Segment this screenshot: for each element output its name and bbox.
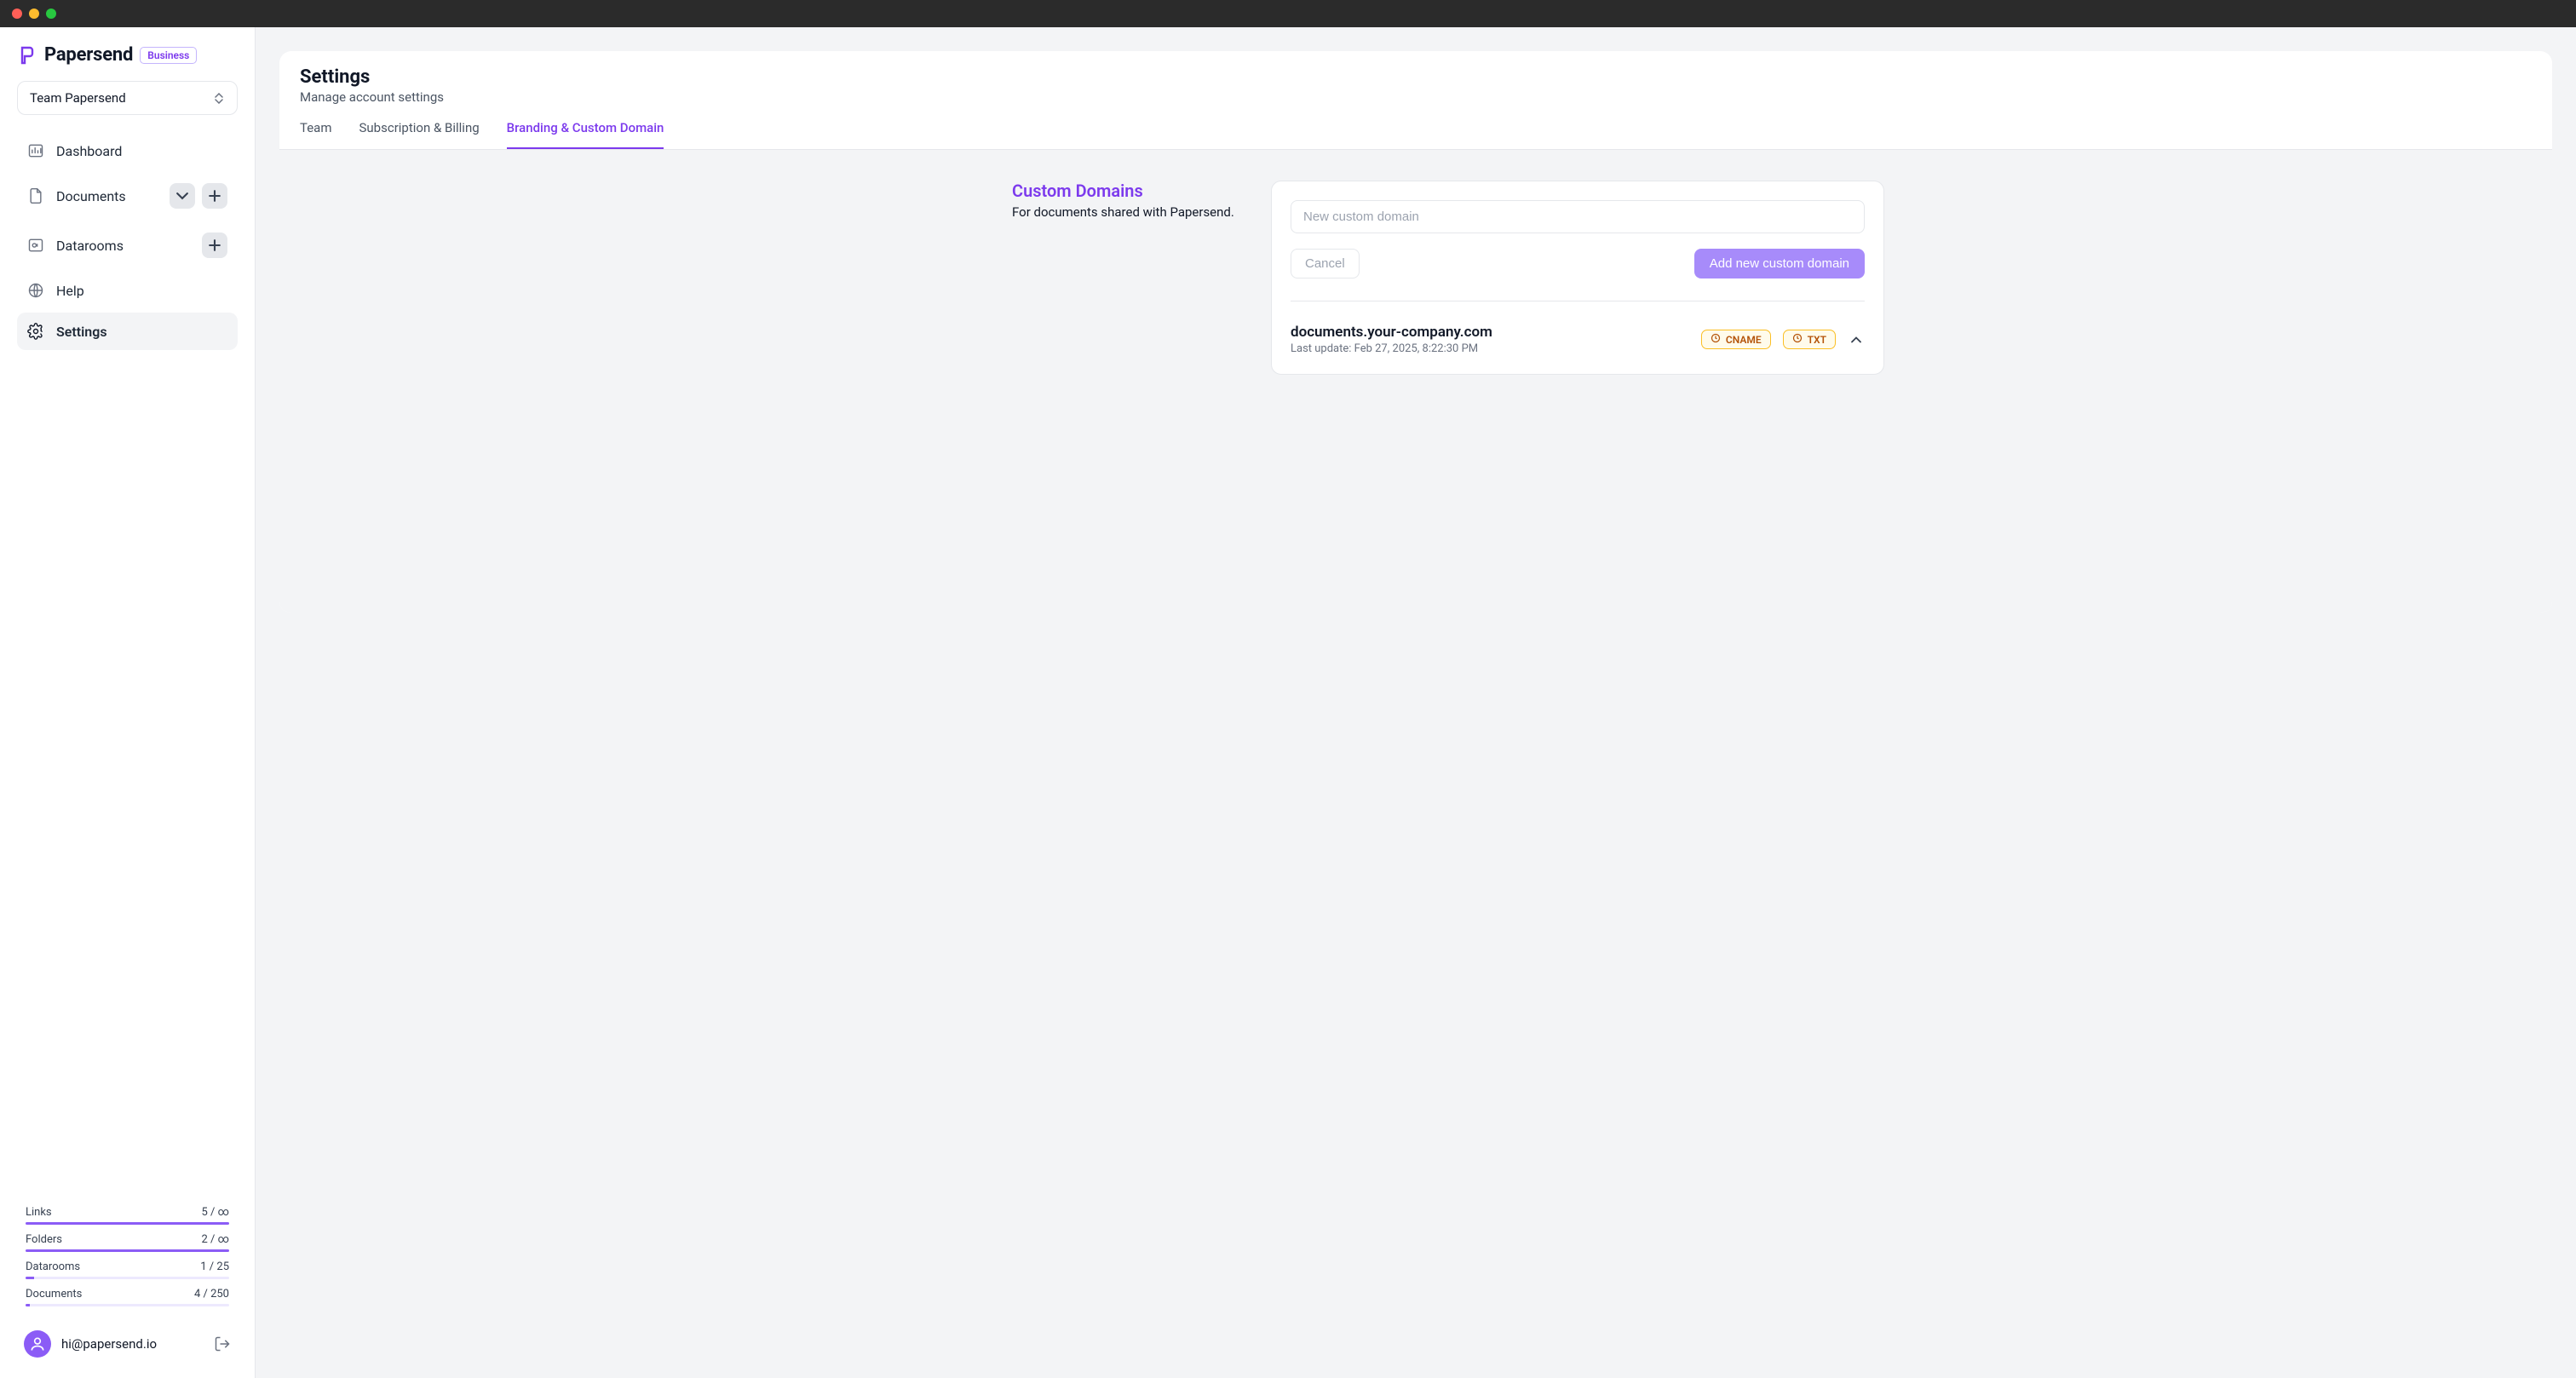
- section-title: Custom Domains: [1012, 181, 1237, 201]
- sidebar-item-label: Dashboard: [56, 143, 122, 159]
- usage-label: Links: [26, 1206, 52, 1219]
- domain-meta: Last update: Feb 27, 2025, 8:22:30 PM: [1291, 342, 1689, 355]
- brand-logo-icon: [17, 45, 37, 66]
- sidebar-item-label: Documents: [56, 188, 126, 204]
- usage-label: Datarooms: [26, 1260, 80, 1273]
- page-subtitle: Manage account settings: [300, 89, 2532, 105]
- usage-value: 5 / ∞: [202, 1206, 230, 1219]
- usage-value: 1 / 25: [200, 1260, 229, 1273]
- settings-panel: Settings Manage account settings Team Su…: [279, 51, 2552, 613]
- sidebar-item-help[interactable]: Help: [17, 272, 238, 309]
- section-subtitle: For documents shared with Papersend.: [1012, 204, 1237, 220]
- usage-label: Documents: [26, 1288, 82, 1300]
- custom-domain-card: Cancel Add new custom domain documents.y…: [1271, 181, 1884, 375]
- add-document-button[interactable]: [202, 183, 227, 209]
- tab-team[interactable]: Team: [300, 120, 332, 149]
- usage-bar: [26, 1222, 229, 1225]
- usage-row-documents: Documents 4 / 250: [26, 1288, 229, 1306]
- sidebar-item-settings[interactable]: Settings: [17, 313, 238, 350]
- window-close-icon[interactable]: [12, 9, 22, 19]
- sidebar-item-label: Help: [56, 283, 84, 299]
- globe-icon: [27, 282, 44, 299]
- section-header: Custom Domains For documents shared with…: [947, 181, 1237, 375]
- expand-domain-button[interactable]: [1848, 331, 1865, 348]
- sidebar: Papersend Business Team Papersend Dashbo…: [0, 27, 256, 1378]
- usage-row-folders: Folders 2 / ∞: [26, 1233, 229, 1252]
- avatar-icon[interactable]: [24, 1330, 51, 1358]
- usage-label: Folders: [26, 1233, 62, 1246]
- chart-icon: [27, 142, 44, 159]
- sidebar-item-datarooms[interactable]: Datarooms: [17, 222, 238, 268]
- add-dataroom-button[interactable]: [202, 233, 227, 258]
- domain-row: documents.your-company.com Last update: …: [1291, 324, 1865, 355]
- domain-name: documents.your-company.com: [1291, 324, 1689, 341]
- user-row: hi@papersend.io: [17, 1327, 238, 1361]
- gear-icon: [27, 323, 44, 340]
- usage-value: 4 / 250: [194, 1288, 229, 1300]
- brand: Papersend Business: [17, 44, 238, 66]
- tab-content: Custom Domains For documents shared with…: [279, 150, 2552, 613]
- usage-meters: Links 5 / ∞ Folders 2 / ∞ Datarooms 1: [17, 1206, 238, 1306]
- tab-branding-custom-domain[interactable]: Branding & Custom Domain: [507, 120, 664, 149]
- sidebar-item-label: Datarooms: [56, 238, 124, 254]
- sidebar-item-label: Settings: [56, 324, 107, 340]
- main: Settings Manage account settings Team Su…: [256, 27, 2576, 1378]
- window-zoom-icon[interactable]: [46, 9, 56, 19]
- document-icon: [27, 187, 44, 204]
- tabs: Team Subscription & Billing Branding & C…: [279, 105, 2552, 150]
- team-selector-label: Team Papersend: [30, 90, 126, 106]
- window-titlebar: [0, 0, 2576, 27]
- usage-row-datarooms: Datarooms 1 / 25: [26, 1260, 229, 1279]
- dns-badge-txt[interactable]: TXT: [1783, 330, 1836, 349]
- plan-badge: Business: [140, 47, 197, 64]
- usage-row-links: Links 5 / ∞: [26, 1206, 229, 1225]
- clock-icon: [1711, 333, 1721, 346]
- usage-bar: [26, 1249, 229, 1252]
- team-selector[interactable]: Team Papersend: [17, 81, 238, 115]
- dns-badge-cname[interactable]: CNAME: [1701, 330, 1771, 349]
- dataroom-icon: [27, 237, 44, 254]
- user-email: hi@papersend.io: [61, 1336, 204, 1352]
- expand-documents-button[interactable]: [170, 183, 195, 209]
- add-domain-button[interactable]: Add new custom domain: [1694, 249, 1865, 278]
- window-minimize-icon[interactable]: [29, 9, 39, 19]
- chevron-updown-icon: [213, 93, 225, 104]
- sidebar-item-dashboard[interactable]: Dashboard: [17, 132, 238, 169]
- panel-header: Settings Manage account settings: [279, 51, 2552, 105]
- usage-bar: [26, 1277, 229, 1279]
- usage-value: 2 / ∞: [202, 1233, 230, 1246]
- sidebar-item-documents[interactable]: Documents: [17, 173, 238, 219]
- logout-button[interactable]: [214, 1335, 231, 1352]
- brand-name: Papersend: [44, 44, 133, 66]
- new-domain-input[interactable]: [1291, 200, 1865, 233]
- usage-bar: [26, 1304, 229, 1306]
- tab-subscription-billing[interactable]: Subscription & Billing: [359, 120, 480, 149]
- sidebar-nav: Dashboard Documents: [17, 132, 238, 350]
- cancel-button[interactable]: Cancel: [1291, 249, 1360, 278]
- page-title: Settings: [300, 66, 2532, 88]
- clock-icon: [1792, 333, 1803, 346]
